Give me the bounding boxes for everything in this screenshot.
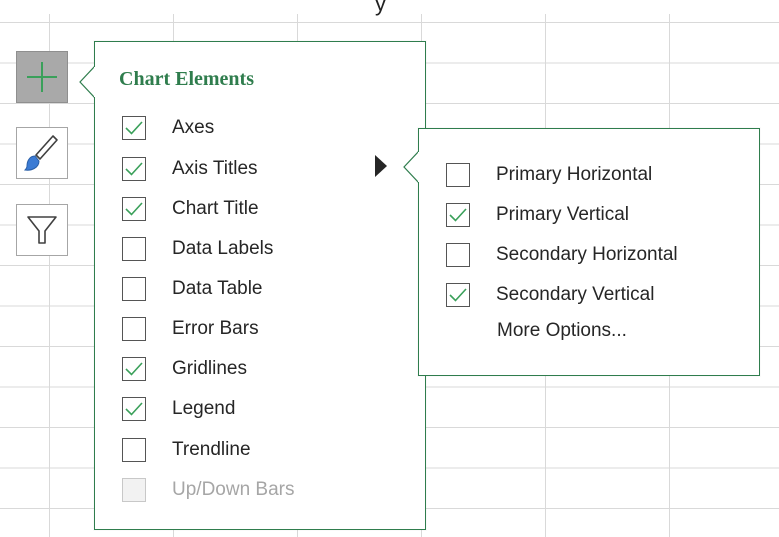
checkbox[interactable] (446, 243, 470, 267)
paintbrush-icon (23, 135, 58, 171)
option-label: Legend (172, 398, 236, 419)
funnel-icon (27, 216, 57, 244)
option-data-labels[interactable]: Data Labels (122, 235, 273, 263)
submenu-option-secondary-horizontal[interactable]: Secondary Horizontal (446, 241, 678, 269)
checkbox[interactable] (122, 317, 146, 341)
checkmark-icon (125, 402, 143, 416)
checkbox[interactable] (446, 203, 470, 227)
option-axis-titles[interactable]: Axis Titles (122, 155, 258, 183)
checkmark-icon (125, 202, 143, 216)
checkbox[interactable] (122, 157, 146, 181)
chart-elements-flyout: Chart Elements Axes Axis Titles Chart Ti… (79, 41, 426, 530)
checkmark-icon (125, 362, 143, 376)
option-label: Trendline (172, 439, 251, 460)
header-partial-text: y (375, 0, 386, 16)
chart-elements-button[interactable] (16, 51, 68, 103)
option-error-bars[interactable]: Error Bars (122, 315, 259, 343)
checkmark-icon (125, 121, 143, 135)
option-gridlines[interactable]: Gridlines (122, 355, 247, 383)
option-label: Gridlines (172, 358, 247, 379)
submenu-option-primary-horizontal[interactable]: Primary Horizontal (446, 161, 652, 189)
option-label: Secondary Horizontal (496, 244, 678, 265)
panel-title: Chart Elements (119, 68, 254, 90)
checkbox[interactable] (446, 283, 470, 307)
submenu-option-secondary-vertical[interactable]: Secondary Vertical (446, 281, 654, 309)
checkbox[interactable] (122, 277, 146, 301)
checkbox[interactable] (122, 397, 146, 421)
checkbox[interactable] (122, 237, 146, 261)
checkbox[interactable] (446, 163, 470, 187)
checkbox[interactable] (122, 357, 146, 381)
option-label: Error Bars (172, 318, 259, 339)
checkbox (122, 478, 146, 502)
option-label: Data Labels (172, 238, 274, 259)
option-label: Secondary Vertical (496, 284, 655, 305)
option-data-table[interactable]: Data Table (122, 275, 263, 303)
option-label: Axis Titles (172, 158, 258, 179)
submenu-option-primary-vertical[interactable]: Primary Vertical (446, 201, 629, 229)
axis-titles-submenu: Primary Horizontal Primary Vertical Seco… (403, 128, 760, 376)
header-strip: y (0, 0, 779, 16)
checkbox[interactable] (122, 116, 146, 140)
chart-filters-button[interactable] (16, 204, 68, 256)
checkmark-icon (125, 162, 143, 176)
submenu-pointer (403, 151, 419, 183)
option-label: Up/Down Bars (172, 479, 295, 500)
option-up-down-bars: Up/Down Bars (122, 476, 295, 504)
flyout-pointer (79, 66, 95, 98)
option-label: Data Table (172, 278, 263, 299)
option-label: Axes (172, 117, 215, 138)
option-label: Chart Title (172, 198, 259, 219)
option-trendline[interactable]: Trendline (122, 436, 251, 464)
option-legend[interactable]: Legend (122, 395, 235, 423)
option-label: Primary Vertical (496, 204, 630, 225)
checkbox[interactable] (122, 438, 146, 462)
checkbox[interactable] (122, 197, 146, 221)
option-label: Primary Horizontal (496, 164, 653, 185)
more-options-link[interactable]: More Options... (497, 320, 627, 342)
submenu-arrow-icon[interactable] (375, 155, 387, 177)
checkmark-icon (449, 288, 467, 302)
option-axes[interactable]: Axes (122, 114, 214, 142)
checkmark-icon (449, 208, 467, 222)
chart-styles-button[interactable] (16, 127, 68, 179)
option-chart-title[interactable]: Chart Title (122, 195, 259, 223)
plus-icon (27, 62, 57, 92)
